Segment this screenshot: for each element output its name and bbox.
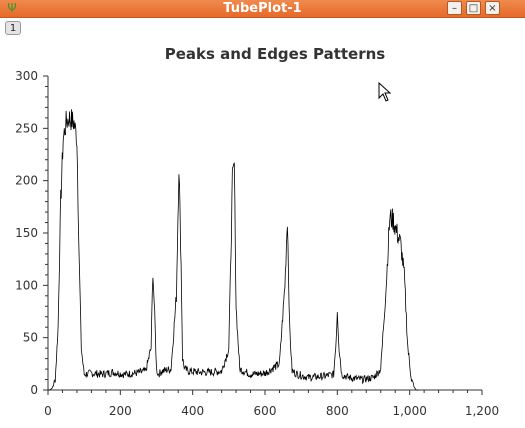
x-tick-label: 0 — [44, 404, 52, 418]
x-tick-label: 1,000 — [392, 404, 426, 418]
y-tick-label: 0 — [30, 383, 38, 397]
y-tick-label: 250 — [15, 121, 38, 135]
y-tick-label: 100 — [15, 278, 38, 292]
mouse-cursor-icon — [378, 82, 392, 102]
y-tick-label: 50 — [23, 331, 38, 345]
series-line — [48, 109, 419, 391]
x-tick-label: 1,200 — [465, 404, 499, 418]
y-tick-label: 300 — [15, 69, 38, 83]
y-tick-label: 150 — [15, 226, 38, 240]
x-tick-label: 800 — [326, 404, 349, 418]
plot-area[interactable]: 0 50 100 150 200 250 300 0 200 400 600 800 1,000 1,20… — [0, 0, 525, 428]
x-tick-label: 200 — [109, 404, 132, 418]
x-tick-label: 600 — [254, 404, 277, 418]
x-tick-label: 400 — [181, 404, 204, 418]
y-tick-label: 200 — [15, 174, 38, 188]
